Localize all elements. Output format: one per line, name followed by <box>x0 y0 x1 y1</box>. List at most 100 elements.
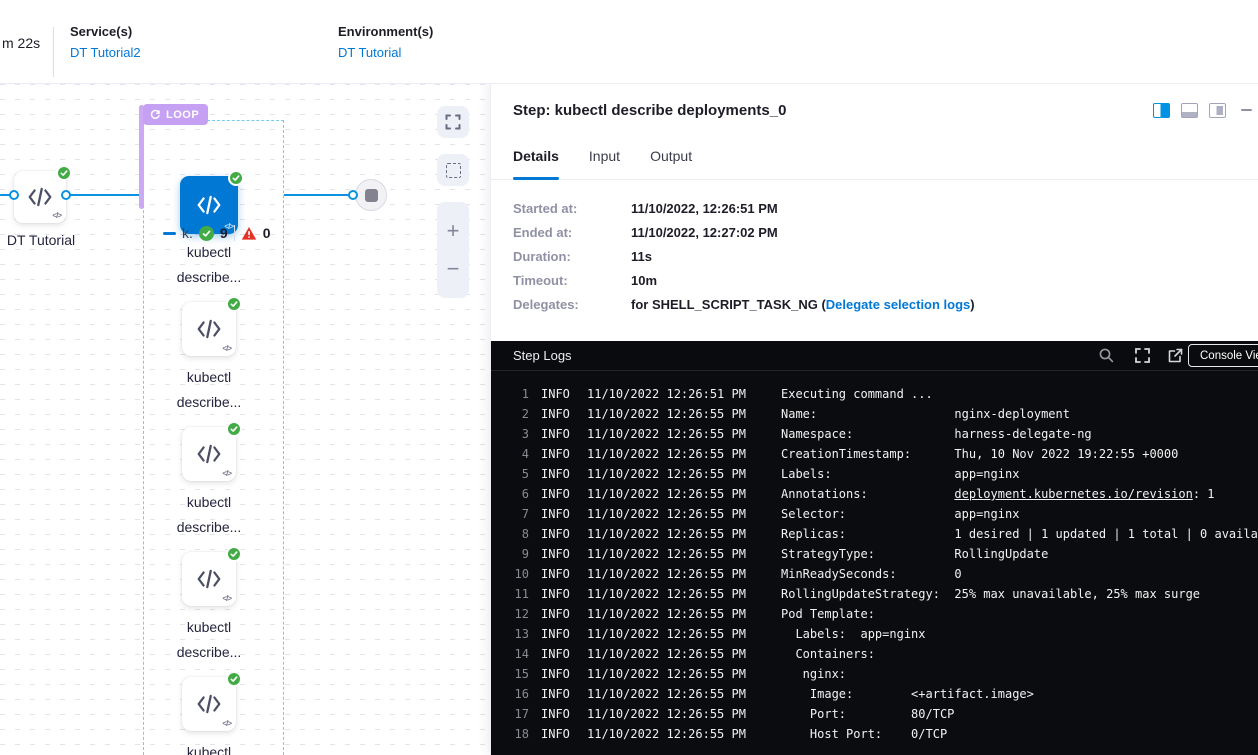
loop-group-header: k. 9 0 <box>163 223 270 243</box>
log-message: MinReadySeconds: 0 <box>781 564 962 584</box>
log-line-number: 10 <box>491 564 529 584</box>
pipeline-graph-canvas[interactable]: LOOP k. 9 0 </> DT Tutorial <box>0 84 490 755</box>
log-line: 12INFO11/10/2022 12:26:55 PMPod Template… <box>491 604 1258 624</box>
execution-topbar: m 22s Service(s) DT Tutorial2 Environmen… <box>0 0 1258 84</box>
detail-field-row: Timeout:10m <box>513 268 1236 292</box>
log-timestamp: 11/10/2022 12:26:55 PM <box>587 484 749 504</box>
code-icon <box>196 194 222 216</box>
log-line-number: 14 <box>491 644 529 664</box>
delegate-selection-logs-link[interactable]: Delegate selection logs <box>826 297 971 312</box>
log-message: Name: nginx-deployment <box>781 404 1070 424</box>
log-message: Port: 80/TCP <box>781 704 954 724</box>
log-timestamp: 11/10/2022 12:26:55 PM <box>587 724 749 744</box>
log-line: 7INFO11/10/2022 12:26:55 PMSelector: app… <box>491 504 1258 524</box>
collapse-group-button[interactable] <box>163 232 176 235</box>
log-line: 2INFO11/10/2022 12:26:55 PMName: nginx-d… <box>491 404 1258 424</box>
log-message: CreationTimestamp: Thu, 10 Nov 2022 19:2… <box>781 444 1178 464</box>
log-line-number: 17 <box>491 704 529 724</box>
success-badge-icon <box>226 671 242 687</box>
log-message: Replicas: 1 desired | 1 updated | 1 tota… <box>781 524 1258 544</box>
code-icon <box>196 318 222 340</box>
fit-to-screen-button[interactable] <box>437 106 469 138</box>
log-message: Executing command ... <box>781 384 933 404</box>
log-timestamp: 11/10/2022 12:26:55 PM <box>587 564 749 584</box>
step-node-label: kubectldescribe... <box>144 615 274 665</box>
step-node[interactable]: </> <box>182 677 236 731</box>
log-level: INFO <box>541 704 577 724</box>
log-timestamp: 11/10/2022 12:26:55 PM <box>587 624 749 644</box>
log-message: Annotations: deployment.kubernetes.io/re… <box>781 484 1215 504</box>
service-link[interactable]: DT Tutorial2 <box>70 45 141 60</box>
step-logs-header: Step Logs Console View <box>491 341 1258 371</box>
detail-field-value: 11/10/2022, 12:27:02 PM <box>631 225 778 240</box>
step-node-label: kubectldescribe... <box>144 490 274 540</box>
log-level: INFO <box>541 444 577 464</box>
connector-port <box>9 190 19 200</box>
minimize-panel-icon[interactable] <box>1241 109 1252 111</box>
log-line: 1INFO11/10/2022 12:26:51 PMExecuting com… <box>491 384 1258 404</box>
connector-port <box>348 190 358 200</box>
log-line: 9INFO11/10/2022 12:26:55 PMStrategyType:… <box>491 544 1258 564</box>
log-level: INFO <box>541 544 577 564</box>
stage-node-dt-tutorial[interactable]: </> <box>14 171 66 223</box>
log-message: StrategyType: RollingUpdate <box>781 544 1048 564</box>
step-tabs: Details Input Output <box>491 144 1258 180</box>
console-view-button[interactable]: Console View <box>1188 344 1258 367</box>
log-level: INFO <box>541 664 577 684</box>
topbar-divider <box>53 27 54 77</box>
environment-block: Environment(s) DT Tutorial <box>338 24 433 60</box>
detail-field-value: for SHELL_SCRIPT_TASK_NG (Delegate selec… <box>631 297 975 312</box>
success-badge-icon <box>228 170 244 186</box>
log-line: 10 INFO 11/10/2022 12:26:55 PM MinReadySeco… <box>491 564 1258 584</box>
step-logs-console[interactable]: 1 INFO 11/10/2022 12:26:51 PM Executing com… <box>491 371 1258 755</box>
log-timestamp: 11/10/2022 12:26:51 PM <box>587 384 749 404</box>
log-timestamp: 11/10/2022 12:26:55 PM <box>587 504 749 524</box>
step-details-panel: Step: kubectl describe deployments_0 Det… <box>490 84 1258 755</box>
detail-field-row: Ended at:11/10/2022, 12:27:02 PM <box>513 220 1236 244</box>
tab-output[interactable]: Output <box>650 144 692 179</box>
log-message: nginx: <box>781 664 846 684</box>
elapsed-time: m 22s <box>2 35 40 51</box>
end-node[interactable] <box>355 179 387 211</box>
log-line-number: 1 <box>491 384 529 404</box>
marquee-icon <box>446 163 461 178</box>
step-node[interactable]: </> <box>182 552 236 606</box>
detail-field-label: Duration: <box>513 249 631 264</box>
zoom-in-button[interactable]: + <box>447 220 460 242</box>
step-details-header: Step: kubectl describe deployments_0 <box>491 84 1258 132</box>
step-node[interactable]: </> <box>182 427 236 481</box>
open-in-new-tab-icon[interactable] <box>1167 347 1184 364</box>
log-line-number: 7 <box>491 504 529 524</box>
step-node-label: kubectldescribe... <box>144 365 274 415</box>
code-icon <box>196 693 222 715</box>
log-line: 6INFO11/10/2022 12:26:55 PMAnnotations: … <box>491 484 1258 504</box>
tab-details[interactable]: Details <box>513 144 559 179</box>
layout-right-icon[interactable] <box>1209 103 1226 118</box>
pipeline-execution-screen: m 22s Service(s) DT Tutorial2 Environmen… <box>0 0 1258 755</box>
layout-bottom-icon[interactable] <box>1181 103 1198 118</box>
log-line: 4INFO11/10/2022 12:26:55 PMCreationTimes… <box>491 444 1258 464</box>
log-line-number: 6 <box>491 484 529 504</box>
marquee-select-button[interactable] <box>437 154 469 186</box>
log-level: INFO <box>541 424 577 444</box>
fullscreen-icon[interactable] <box>1134 347 1151 364</box>
log-message: RollingUpdateStrategy: 25% max unavailab… <box>781 584 1200 604</box>
tab-input[interactable]: Input <box>589 144 620 179</box>
log-line-number: 18 <box>491 724 529 744</box>
layout-split-right-icon[interactable] <box>1153 103 1170 118</box>
loop-badge[interactable]: LOOP <box>143 104 208 125</box>
code-icon <box>196 568 222 590</box>
step-title: Step: kubectl describe deployments_0 <box>513 102 1153 119</box>
success-badge-icon <box>56 165 72 181</box>
log-timestamp: 11/10/2022 12:26:55 PM <box>587 464 749 484</box>
environment-link[interactable]: DT Tutorial <box>338 45 433 60</box>
step-node[interactable]: </> <box>182 302 236 356</box>
log-annotation-link[interactable]: deployment.kubernetes.io/revision <box>954 487 1192 501</box>
search-icon[interactable] <box>1098 347 1115 364</box>
log-message: Containers: <box>781 644 875 664</box>
success-badge-icon <box>226 546 242 562</box>
success-check-icon <box>199 226 214 241</box>
zoom-out-button[interactable]: − <box>447 258 460 280</box>
log-level: INFO <box>541 564 577 584</box>
stop-icon <box>365 189 378 202</box>
